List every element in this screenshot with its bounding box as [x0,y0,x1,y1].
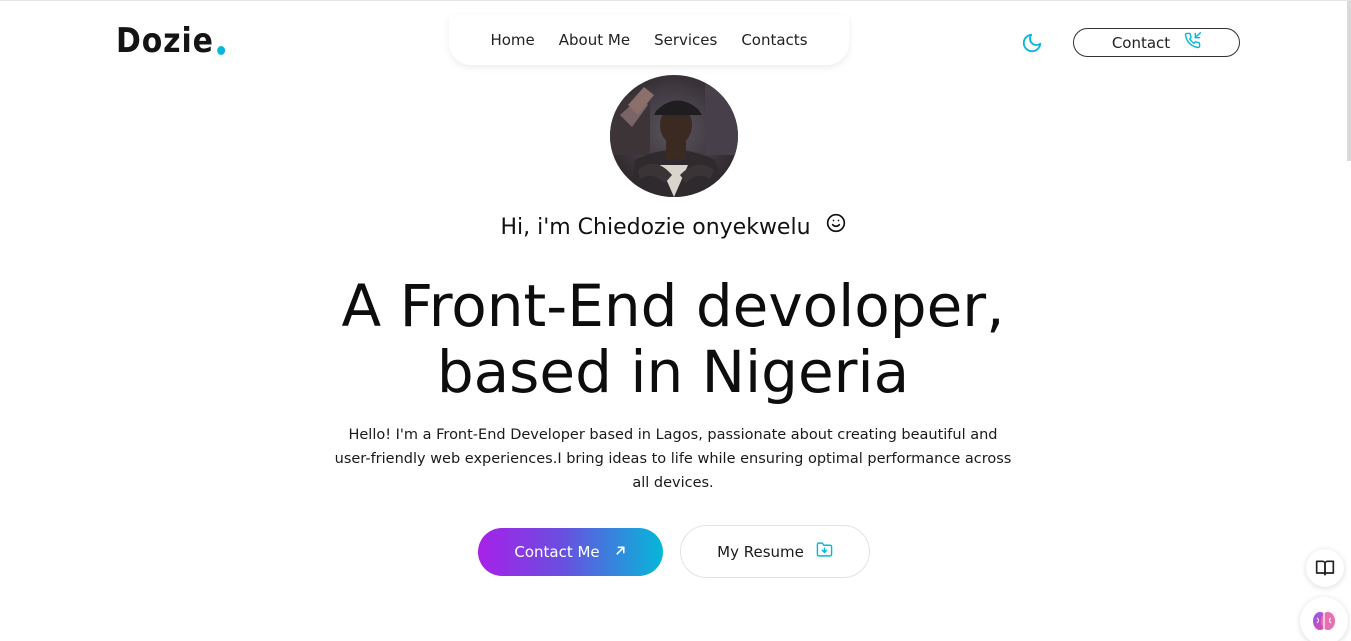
smile-icon [826,213,846,239]
nav-item-about-me[interactable]: About Me [559,31,630,49]
greeting: Hi, i'm Chiedozie onyekwelu [0,213,1346,240]
portfolio-page: Dozie Home About Me Services Contacts Co… [0,0,1351,641]
contact-me-button[interactable]: Contact Me [478,528,663,576]
main-nav: Home About Me Services Contacts [449,15,849,65]
header-contact-button[interactable]: Contact [1073,28,1240,57]
contact-me-label: Contact Me [514,543,600,561]
arrow-up-right-icon [614,543,627,561]
my-resume-button[interactable]: My Resume [680,525,870,578]
headline-line-1: A Front-End devoloper, [341,272,1005,340]
profile-avatar [610,75,738,197]
logo-text: Dozie [116,21,214,61]
book-open-icon[interactable] [1306,549,1344,587]
greeting-text: Hi, i'm Chiedozie onyekwelu [500,215,811,240]
hero-headline: A Front-End devoloper, based in Nigeria [0,273,1346,405]
headline-line-2: based in Nigeria [436,338,910,406]
hero-intro: Hello! I'm a Front-End Developer based i… [334,427,1012,491]
scrollbar[interactable] [1347,1,1351,161]
phone-incoming-icon [1184,32,1202,53]
brain-icon[interactable] [1300,597,1348,641]
header-contact-label: Contact [1111,33,1171,52]
logo[interactable]: Dozie [116,21,226,61]
my-resume-label: My Resume [717,542,804,561]
folder-download-icon [816,541,833,562]
nav-item-home[interactable]: Home [490,31,534,49]
nav-item-contacts[interactable]: Contacts [741,31,807,49]
logo-dot-icon [217,46,226,55]
moon-icon[interactable] [1021,32,1043,54]
nav-item-services[interactable]: Services [654,31,717,49]
